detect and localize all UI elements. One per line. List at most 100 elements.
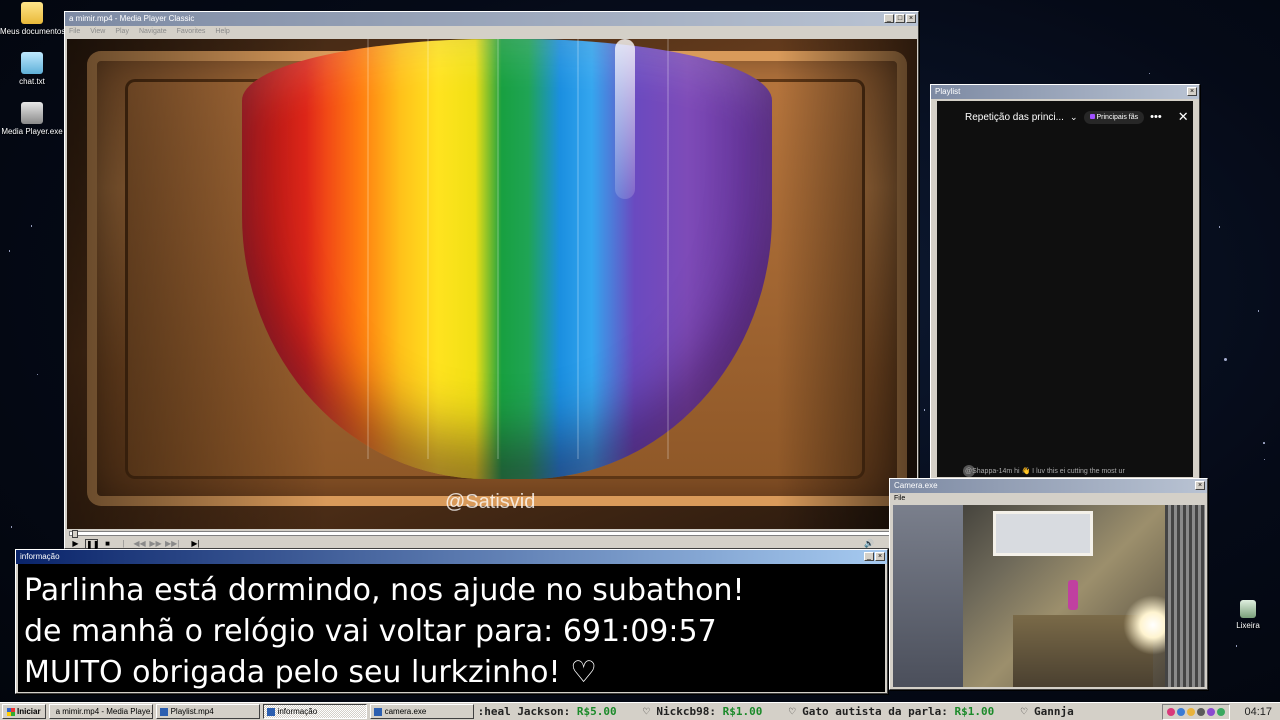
taskbar: Iniciar a mimir.mp4 - Media Playe... Pla… — [0, 702, 1280, 720]
minimize-button[interactable]: _ — [884, 14, 894, 23]
menu-play[interactable]: Play — [115, 26, 129, 38]
chat-header: Repetição das princi... ⌄ Principais fãs… — [937, 101, 1193, 133]
frame-step-icon[interactable]: ▶| — [189, 539, 202, 549]
playback-controls: ▶ ❚❚ ■ |◀◀ ◀◀ ▶▶ ▶▶| ▶| — [69, 539, 202, 558]
taskbar-item-playlist[interactable]: Playlist.mp4 — [155, 704, 260, 719]
playlist-titlebar[interactable]: Playlist × — [931, 85, 1199, 99]
windows-logo-icon — [7, 707, 15, 716]
menu-file[interactable]: File — [894, 493, 905, 504]
desktop-icon-recycle-bin[interactable]: Lixeira — [1216, 600, 1280, 630]
donation-ticker: :heal Jackson: R$5.00 ♡ Nickcb98: R$1.00… — [477, 703, 1163, 720]
volume-icon[interactable]: 🔊 — [864, 539, 874, 548]
chat-message: @Shappa-14m hi 👋 I luv this ei cutting t… — [965, 468, 1125, 475]
star — [1235, 645, 1238, 647]
window-title: informação — [20, 552, 60, 561]
star — [923, 409, 926, 411]
star — [10, 526, 13, 528]
video-frame[interactable]: @Satisvid — [67, 39, 917, 529]
pause-icon[interactable]: ❚❚ — [85, 539, 99, 549]
tray-icon[interactable] — [1217, 707, 1226, 716]
desktop-icon-label: Meus documentos — [0, 27, 66, 36]
more-options-icon[interactable]: ••• — [1150, 111, 1162, 123]
camera-icon — [373, 707, 382, 716]
play-icon[interactable]: ▶ — [69, 539, 82, 549]
chat-title[interactable]: Repetição das princi... — [965, 112, 1064, 123]
close-icon[interactable]: ✕ — [1178, 109, 1189, 125]
fan-badge-icon — [1089, 113, 1095, 119]
info-window: informação _ × Parlinha está dormindo, n… — [15, 549, 888, 694]
ticker-name: ♡ Gannja — [1020, 704, 1074, 718]
playlist-window: Playlist × Repetição das princi... ⌄ Pri… — [930, 84, 1200, 479]
chevron-down-icon[interactable]: ⌄ — [1070, 112, 1078, 123]
seek-bar[interactable] — [69, 530, 915, 538]
start-button[interactable]: Iniciar — [2, 704, 46, 719]
desktop-icon-documents[interactable]: Meus documentos — [0, 2, 66, 36]
video-watermark: @Satisvid — [445, 491, 536, 513]
close-button[interactable]: × — [875, 552, 885, 561]
tray-icon[interactable] — [1167, 707, 1176, 716]
info-titlebar[interactable]: informação _ × — [16, 550, 887, 564]
seek-thumb[interactable] — [72, 530, 78, 538]
water-stream — [615, 39, 635, 199]
tray-icon[interactable] — [1177, 707, 1186, 716]
ticker-name: :heal Jackson: — [477, 704, 571, 718]
close-button[interactable]: × — [906, 14, 916, 23]
taskbar-item-label: a mimir.mp4 - Media Playe... — [55, 707, 153, 716]
info-content: Parlinha está dormindo, nos ajude no sub… — [18, 564, 885, 692]
ticker-amount: R$5.00 — [576, 704, 617, 718]
close-button[interactable]: × — [1195, 481, 1205, 490]
window-title: a mimir.mp4 - Media Player Classic — [69, 14, 195, 23]
desktop-icon-label: Media Player.exe — [1, 127, 63, 136]
tray-icon[interactable] — [1187, 707, 1196, 716]
star — [1148, 72, 1151, 75]
taskbar-item-media-player[interactable]: a mimir.mp4 - Media Playe... — [48, 704, 153, 719]
recycle-bin-icon — [1240, 600, 1256, 618]
star — [1257, 310, 1260, 312]
star — [1224, 358, 1228, 362]
desktop-icon-chat[interactable]: chat.txt — [0, 52, 64, 86]
star — [30, 225, 33, 227]
tray-icon[interactable] — [1207, 707, 1216, 716]
taskbar-clock[interactable]: 04:17 — [1230, 704, 1280, 720]
menu-help[interactable]: Help — [215, 26, 229, 38]
media-player-icon — [159, 707, 168, 716]
next-icon[interactable]: ▶▶| — [165, 539, 179, 549]
folder-icon — [21, 2, 43, 24]
media-player-icon — [21, 102, 43, 124]
taskbar-item-label: informação — [277, 707, 318, 716]
camera-menubar: File — [890, 493, 1207, 504]
info-line-2: de manhã o relógio vai voltar para: 691:… — [24, 614, 717, 649]
media-player-menubar: File View Play Navigate Favorites Help — [65, 26, 918, 38]
rewind-icon[interactable]: ◀◀ — [133, 539, 146, 549]
taskbar-item-camera[interactable]: camera.exe — [369, 704, 474, 719]
tray-icon[interactable] — [1197, 707, 1206, 716]
menu-view[interactable]: View — [90, 26, 105, 38]
camera-titlebar[interactable]: Camera.exe × — [890, 479, 1207, 493]
ticker-amount: R$1.00 — [722, 704, 763, 718]
media-player-titlebar[interactable]: a mimir.mp4 - Media Player Classic _ □ × — [65, 12, 918, 26]
star — [8, 250, 11, 252]
star — [1218, 226, 1221, 228]
desktop-icon-media-player[interactable]: Media Player.exe — [0, 102, 64, 136]
live-chat-panel: Repetição das princi... ⌄ Principais fãs… — [937, 101, 1193, 477]
taskbar-item-label: Playlist.mp4 — [170, 707, 214, 716]
menu-file[interactable]: File — [69, 26, 80, 38]
ticker-name: ♡ Nickcb98: — [643, 704, 717, 718]
top-fans-filter[interactable]: Principais fãs — [1083, 110, 1145, 124]
star — [36, 373, 39, 376]
info-line-1: Parlinha está dormindo, nos ajude no sub… — [24, 573, 745, 608]
minimize-button[interactable]: _ — [864, 552, 874, 561]
star — [1263, 458, 1266, 461]
stop-icon[interactable]: ■ — [101, 539, 114, 549]
menu-navigate[interactable]: Navigate — [139, 26, 167, 38]
close-button[interactable]: × — [1187, 87, 1197, 96]
fast-forward-icon[interactable]: ▶▶ — [149, 539, 162, 549]
menu-favorites[interactable]: Favorites — [177, 26, 206, 38]
taskbar-item-info[interactable]: informação — [262, 704, 367, 719]
notepad-icon — [21, 52, 43, 74]
system-tray — [1162, 703, 1231, 720]
media-player-window: a mimir.mp4 - Media Player Classic _ □ ×… — [64, 11, 919, 558]
previous-icon[interactable]: |◀◀ — [117, 539, 130, 558]
maximize-button[interactable]: □ — [895, 14, 905, 23]
info-line-3: MUITO obrigada pelo seu lurkzinho! ♡ — [24, 655, 597, 690]
